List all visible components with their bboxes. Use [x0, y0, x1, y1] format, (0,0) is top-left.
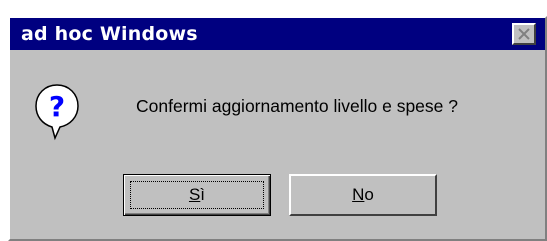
yes-button-label-rest: ì	[200, 185, 206, 204]
yes-button-label: Sì	[189, 185, 205, 205]
close-icon	[518, 28, 530, 40]
no-button-label: No	[352, 185, 374, 205]
title-bar[interactable]: ad hoc Windows	[10, 18, 545, 50]
no-button-mnemonic: N	[352, 185, 365, 204]
yes-button[interactable]: Sì	[123, 174, 271, 216]
no-button-label-rest: o	[364, 185, 374, 204]
message-dialog: ad hoc Windows ? Confermi aggiornamento …	[8, 16, 547, 241]
svg-text:?: ?	[49, 90, 65, 123]
yes-button-mnemonic: S	[188, 185, 201, 204]
dialog-message: Confermi aggiornamento livello e spese ?	[136, 96, 458, 116]
question-icon: ?	[35, 84, 79, 141]
close-button[interactable]	[512, 23, 536, 45]
no-button[interactable]: No	[289, 174, 437, 216]
window-title: ad hoc Windows	[21, 23, 198, 45]
